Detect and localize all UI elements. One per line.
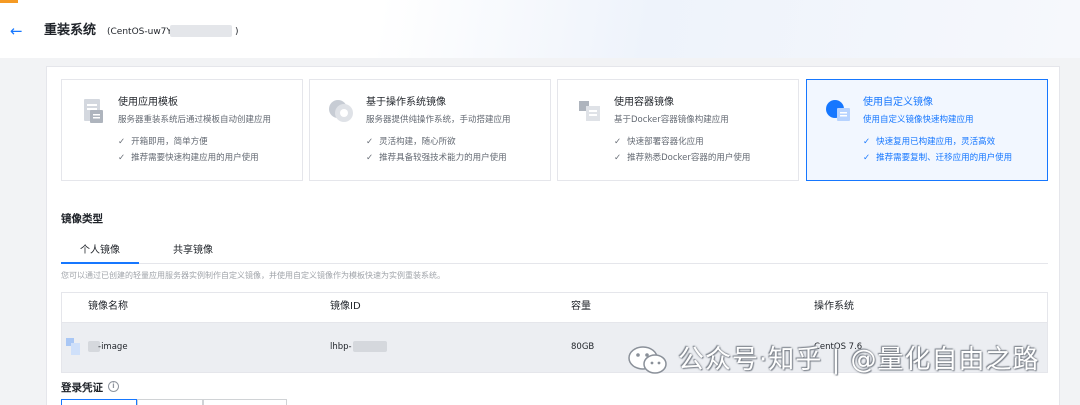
option-card-os-image[interactable]: 基于操作系统镜像 服务器提供纯操作系统，手动搭建应用 ✓ 灵活构建，随心所欲 ✓ 推… xyxy=(309,79,551,181)
image-hint-text: 您可以通过已创建的轻量应用服务器实例制作自定义镜像，并使用自定义镜像作为模板快速… xyxy=(61,271,445,280)
container-image-icon xyxy=(574,96,604,126)
feature-text: 灵活构建，随心所欲 xyxy=(379,137,456,147)
tab-personal-image[interactable]: 个人镜像 xyxy=(80,244,120,258)
card-desc: 服务器重装系统后通过模板自动创建应用 xyxy=(118,115,272,125)
check-icon: ✓ xyxy=(366,153,374,163)
card-feature: ✓ 推荐需要快速构建应用的用户使用 xyxy=(118,152,259,164)
redacted-instance-id xyxy=(170,25,232,37)
feature-text: 推荐需要快速构建应用的用户使用 xyxy=(131,153,259,163)
redacted-id xyxy=(353,341,387,352)
option-card-app-template[interactable]: 使用应用模板 服务器重装系统后通过模板自动创建应用 ✓ 开箱即用，简单方便 ✓ 推荐… xyxy=(61,79,303,181)
card-feature: ✓ 推荐具备较强技术能力的用户使用 xyxy=(366,152,507,164)
card-title: 使用自定义镜像 xyxy=(863,97,933,108)
credential-option-1[interactable] xyxy=(61,399,137,405)
card-feature: ✓ 推荐熟悉Docker容器的用户使用 xyxy=(614,152,750,164)
brand-accent-bar xyxy=(0,0,18,3)
check-icon: ✓ xyxy=(863,153,871,163)
watermark-text: 公众号·知乎 | @量化自由之路 xyxy=(678,345,1040,375)
image-type-label: 镜像类型 xyxy=(61,213,103,225)
check-icon: ✓ xyxy=(366,137,374,147)
card-desc: 基于Docker容器镜像构建应用 xyxy=(614,115,729,125)
check-icon: ✓ xyxy=(118,137,126,147)
cell-image-name: -image xyxy=(98,342,128,352)
back-arrow-icon[interactable]: ← xyxy=(10,22,23,40)
check-icon: ✓ xyxy=(614,153,622,163)
os-image-icon xyxy=(326,96,356,126)
col-header-name: 镜像名称 xyxy=(88,301,128,312)
app-template-icon xyxy=(78,96,108,126)
cell-size: 80GB xyxy=(571,342,595,352)
feature-text: 快速部署容器化应用 xyxy=(627,137,704,147)
card-title: 使用应用模板 xyxy=(118,97,178,108)
page-title: 重装系统 xyxy=(44,23,97,38)
active-tab-indicator xyxy=(61,262,139,264)
feature-text: 推荐熟悉Docker容器的用户使用 xyxy=(627,153,751,163)
col-header-id: 镜像ID xyxy=(330,301,361,312)
card-feature: ✓ 灵活构建，随心所欲 xyxy=(366,136,456,148)
feature-text: 快速复用已构建应用，灵活高效 xyxy=(876,137,996,147)
check-icon: ✓ xyxy=(614,137,622,147)
card-feature: ✓ 推荐需要复制、迁移应用的用户使用 xyxy=(863,152,1012,164)
credential-option-2[interactable] xyxy=(137,399,203,405)
card-feature: ✓ 快速部署容器化应用 xyxy=(614,136,704,148)
card-desc: 服务器提供纯操作系统，手动搭建应用 xyxy=(366,115,511,125)
info-icon[interactable]: i xyxy=(108,381,119,392)
table-header xyxy=(61,292,1048,323)
col-header-size: 容量 xyxy=(571,301,591,312)
check-icon: ✓ xyxy=(118,153,126,163)
wechat-icon xyxy=(628,346,667,374)
image-row-icon xyxy=(66,338,80,355)
credential-option-3[interactable] xyxy=(203,399,287,405)
option-card-container-image[interactable]: 使用容器镜像 基于Docker容器镜像构建应用 ✓ 快速部署容器化应用 ✓ 推荐熟悉… xyxy=(557,79,799,181)
tab-shared-image[interactable]: 共享镜像 xyxy=(173,244,213,258)
card-desc: 使用自定义镜像快速构建应用 xyxy=(863,115,974,125)
instance-name: (CentOS-uw7Y xyxy=(107,27,172,37)
card-title: 基于操作系统镜像 xyxy=(366,97,446,108)
feature-text: 推荐具备较强技术能力的用户使用 xyxy=(379,153,507,163)
tab-divider xyxy=(61,263,1048,264)
col-header-os: 操作系统 xyxy=(814,301,854,312)
watermark: 公众号·知乎 | @量化自由之路 xyxy=(626,342,1056,378)
feature-text: 推荐需要复制、迁移应用的用户使用 xyxy=(876,153,1013,163)
check-icon: ✓ xyxy=(863,137,871,147)
card-feature: ✓ 开箱即用，简单方便 xyxy=(118,136,208,148)
instance-name-end: ) xyxy=(235,27,239,37)
feature-text: 开箱即用，简单方便 xyxy=(131,137,208,147)
login-credential-label: 登录凭证 xyxy=(61,382,103,394)
card-title: 使用容器镜像 xyxy=(614,97,674,108)
card-feature: ✓ 快速复用已构建应用，灵活高效 xyxy=(863,136,995,148)
option-card-custom-image[interactable]: 使用自定义镜像 使用自定义镜像快速构建应用 ✓ 快速复用已构建应用，灵活高效 ✓ 推… xyxy=(806,79,1048,181)
custom-image-icon xyxy=(823,96,853,126)
cell-image-id: lhbp- xyxy=(330,342,352,352)
